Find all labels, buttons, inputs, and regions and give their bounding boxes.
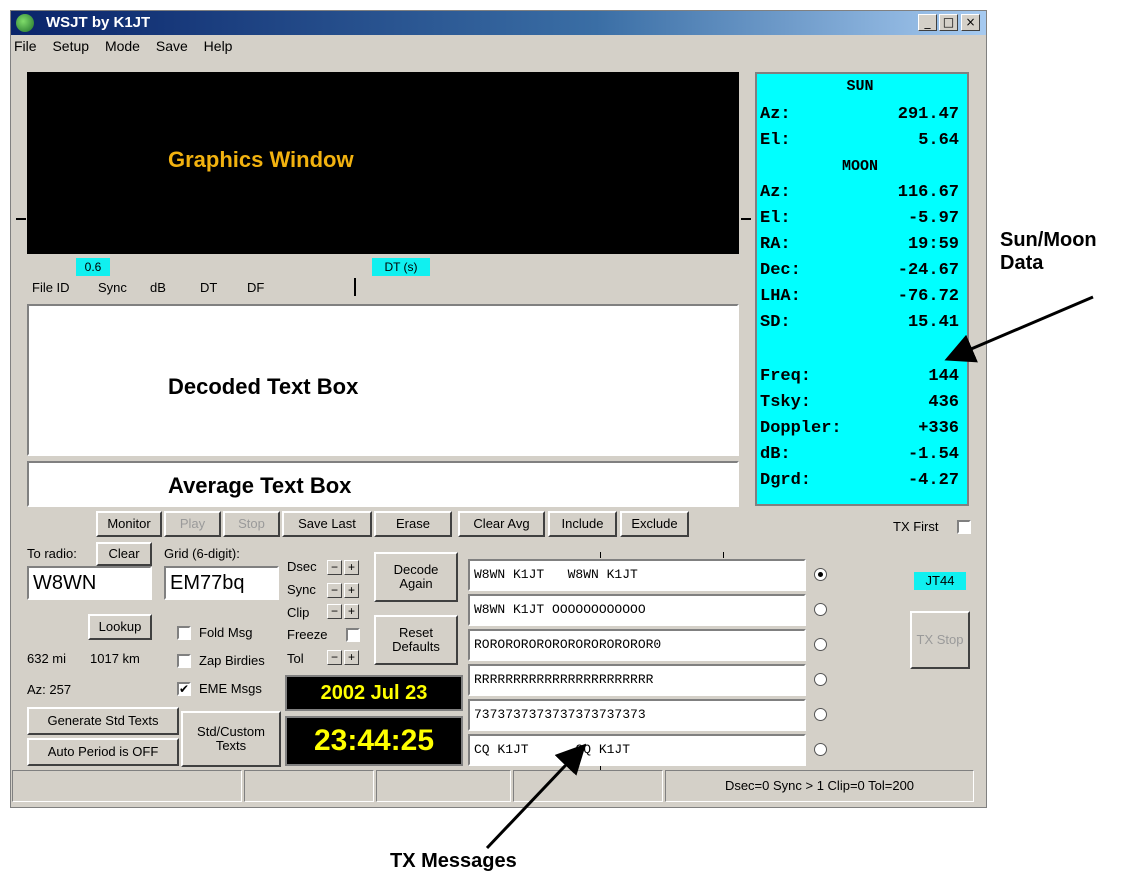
callout-arrows [485,295,1094,850]
sun-moon-arrow [944,295,1094,363]
tx-messages-arrow [485,743,587,850]
